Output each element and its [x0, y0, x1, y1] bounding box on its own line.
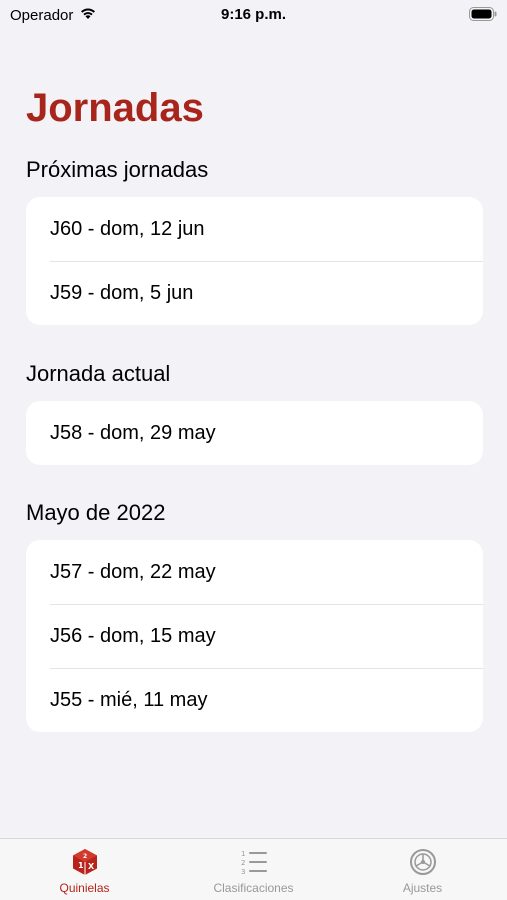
svg-text:2: 2 — [83, 853, 87, 860]
tab-ajustes[interactable]: Ajustes — [338, 839, 507, 900]
month-list: J57 - dom, 22 may J56 - dom, 15 may J55 … — [26, 540, 483, 732]
list-item[interactable]: J56 - dom, 15 may — [26, 604, 483, 668]
svg-text:1: 1 — [78, 861, 84, 870]
page-title: Jornadas — [26, 86, 204, 130]
list-item[interactable]: J60 - dom, 12 jun — [26, 197, 483, 261]
list-item[interactable]: J57 - dom, 22 may — [26, 540, 483, 604]
upcoming-list: J60 - dom, 12 jun J59 - dom, 5 jun — [26, 197, 483, 325]
battery-icon — [469, 7, 497, 25]
tab-quinielas[interactable]: 1 X 2 Quinielas — [0, 839, 169, 900]
list-item[interactable]: J59 - dom, 5 jun — [26, 261, 483, 325]
tab-label: Clasificaciones — [213, 881, 294, 895]
status-bar: Operador 9:16 p.m. — [0, 0, 507, 30]
svg-text:3: 3 — [241, 868, 245, 876]
numbered-list-icon: 1 2 3 — [239, 847, 269, 881]
tab-clasificaciones[interactable]: 1 2 3 Clasificaciones — [169, 839, 338, 900]
dice-cube-icon: 1 X 2 — [70, 847, 100, 881]
section-header-upcoming: Próximas jornadas — [26, 157, 209, 182]
current-list: J58 - dom, 29 may — [26, 401, 483, 465]
tab-bar: 1 X 2 Quinielas 1 2 3 Clasificaciones Aj… — [0, 838, 507, 900]
svg-text:X: X — [88, 862, 95, 871]
svg-text:1: 1 — [241, 850, 245, 858]
tab-label: Ajustes — [402, 881, 443, 895]
section-header-month: Mayo de 2022 — [26, 500, 166, 525]
svg-text:2: 2 — [241, 859, 245, 867]
clock: 9:16 p.m. — [220, 6, 287, 23]
list-item[interactable]: J58 - dom, 29 may — [26, 401, 483, 465]
list-item[interactable]: J55 - mié, 11 may — [26, 668, 483, 732]
gear-icon — [408, 847, 438, 881]
section-header-current: Jornada actual — [26, 361, 171, 386]
tab-label: Quinielas — [59, 881, 110, 895]
